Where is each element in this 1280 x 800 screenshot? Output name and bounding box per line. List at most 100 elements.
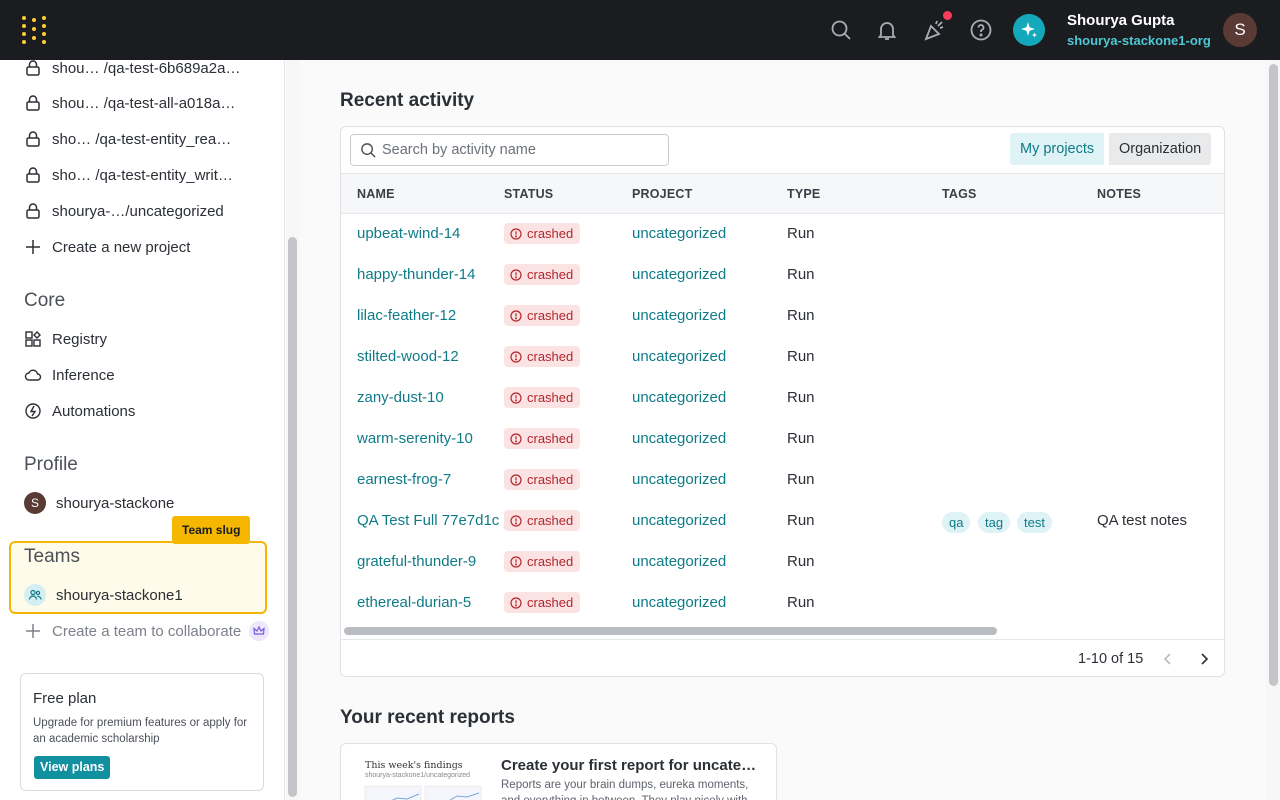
project-link[interactable]: uncategorized (632, 512, 726, 529)
type-cell: Run (787, 225, 815, 242)
project-link[interactable]: uncategorized (632, 389, 726, 406)
search-icon (361, 143, 376, 158)
type-cell: Run (787, 553, 815, 570)
team-item[interactable]: shourya-stackone1 (24, 583, 183, 607)
create-team-button[interactable]: Create a team to collaborate (24, 619, 270, 643)
project-link[interactable]: uncategorized (632, 348, 726, 365)
run-name-link[interactable]: happy-thunder-14 (357, 266, 475, 283)
registry-icon (24, 330, 42, 348)
tab-organization[interactable]: Organization (1109, 133, 1212, 165)
type-cell: Run (787, 389, 815, 406)
main-scroll-thumb[interactable] (1269, 64, 1278, 686)
lock-icon (24, 130, 42, 148)
thumbnail-chart-decoration (364, 785, 482, 800)
status-text: crashed (527, 390, 574, 405)
project-link[interactable]: uncategorized (632, 430, 726, 447)
column-header-status[interactable]: STATUS (504, 187, 553, 201)
run-name-link[interactable]: zany-dust-10 (357, 389, 444, 406)
column-header-name[interactable]: NAME (357, 187, 395, 201)
column-header-project[interactable]: PROJECT (632, 187, 692, 201)
project-link[interactable]: uncategorized (632, 553, 726, 570)
sidebar-project-item[interactable]: shou… /qa-test-all-a018a… (24, 91, 235, 115)
tag-chip[interactable]: test (1017, 512, 1052, 533)
sidebar-item-inference[interactable]: Inference (24, 363, 115, 387)
lock-icon (24, 94, 42, 112)
run-name-link[interactable]: lilac-feather-12 (357, 307, 456, 324)
plan-description: Upgrade for premium features or apply fo… (33, 717, 248, 745)
tab-my-projects[interactable]: My projects (1010, 133, 1105, 165)
project-label: sho… /qa-test-entity_writ… (52, 166, 233, 184)
next-page-icon[interactable] (1195, 650, 1213, 668)
type-cell: Run (787, 348, 815, 365)
tag-chip[interactable]: qa (942, 512, 971, 533)
avatar: S (24, 492, 46, 514)
sidebar-project-item[interactable]: shourya-…/uncategorized (24, 199, 224, 223)
search-icon[interactable] (829, 18, 853, 42)
report-description: Reports are your brain dumps, eureka mom… (501, 779, 749, 800)
table-horizontal-scrollbar[interactable] (344, 627, 997, 635)
sidebar-item-automations[interactable]: Automations (24, 399, 135, 423)
project-link[interactable]: uncategorized (632, 471, 726, 488)
profile-item[interactable]: S shourya-stackone (24, 491, 174, 515)
status-badge: crashed (504, 469, 581, 490)
notes-cell: QA test notes (1097, 512, 1188, 529)
search-box[interactable] (350, 134, 669, 166)
sidebar-project-item[interactable]: shou… /qa-test-6b689a2a… (24, 56, 240, 80)
tag-chip[interactable]: tag (978, 512, 1011, 533)
create-team-label: Create a team to collaborate (52, 622, 242, 640)
team-name: shourya-stackone1 (56, 586, 183, 604)
alert-circle-icon (510, 514, 522, 527)
type-cell: Run (787, 594, 815, 611)
sidebar-scroll-thumb[interactable] (288, 237, 297, 797)
user-name[interactable]: Shourya Gupta (1067, 12, 1175, 29)
status-badge: crashed (504, 592, 581, 613)
pagination-bar: 1-10 of 15 (341, 639, 1224, 676)
team-slug-tooltip: Team slug (172, 516, 251, 544)
table-row: warm-serenity-10 crashed uncategorized R… (341, 419, 1224, 460)
column-header-tags[interactable]: TAGS (942, 187, 977, 201)
prev-page-icon[interactable] (1159, 650, 1177, 668)
type-cell: Run (787, 471, 815, 488)
sidebar-project-item[interactable]: sho… /qa-test-entity_writ… (24, 163, 233, 187)
automation-icon (24, 402, 42, 420)
run-name-link[interactable]: ethereal-durian-5 (357, 594, 471, 611)
project-label: shou… /qa-test-all-a018a… (52, 94, 236, 112)
wandb-logo[interactable] (20, 16, 48, 44)
help-icon[interactable] (969, 18, 993, 42)
pagination-count: 1-10 of 15 (1078, 651, 1144, 667)
project-link[interactable]: uncategorized (632, 266, 726, 283)
plus-icon (24, 622, 42, 640)
sidebar-project-item[interactable]: sho… /qa-test-entity_rea… (24, 127, 231, 151)
bell-icon[interactable] (875, 18, 899, 42)
run-name-link[interactable]: upbeat-wind-14 (357, 225, 460, 242)
run-name-link[interactable]: QA Test Full 77e7d1c (357, 512, 499, 529)
sidebar-item-label: Automations (52, 402, 136, 420)
project-link[interactable]: uncategorized (632, 225, 726, 242)
run-name-link[interactable]: grateful-thunder-9 (357, 553, 476, 570)
sparkle-icon[interactable] (1013, 14, 1045, 46)
create-report-card[interactable]: This week's findings shourya-stackone1/u… (340, 743, 777, 800)
status-badge: crashed (504, 510, 581, 531)
create-project-label: Create a new project (52, 238, 191, 256)
run-name-link[interactable]: earnest-frog-7 (357, 471, 451, 488)
search-input[interactable] (382, 136, 662, 164)
project-link[interactable]: uncategorized (632, 594, 726, 611)
user-org[interactable]: shourya-stackone1-org (1067, 33, 1211, 48)
column-header-notes[interactable]: NOTES (1097, 187, 1141, 201)
project-link[interactable]: uncategorized (632, 307, 726, 324)
alert-circle-icon (510, 391, 522, 404)
create-project-button[interactable]: Create a new project (24, 235, 190, 259)
status-text: crashed (527, 513, 574, 528)
status-text: crashed (527, 472, 574, 487)
column-header-type[interactable]: TYPE (787, 187, 820, 201)
party-popper-icon[interactable] (922, 18, 946, 42)
activity-card: My projects Organization NAME STATUS PRO… (340, 126, 1225, 677)
alert-circle-icon (510, 268, 522, 281)
run-name-link[interactable]: warm-serenity-10 (357, 430, 473, 447)
view-plans-button[interactable]: View plans (34, 756, 111, 779)
table-header: NAME STATUS PROJECT TYPE TAGS NOTES (341, 173, 1224, 214)
user-avatar[interactable]: S (1223, 13, 1257, 47)
sidebar-item-registry[interactable]: Registry (24, 327, 107, 351)
recent-reports-title: Your recent reports (340, 707, 515, 728)
run-name-link[interactable]: stilted-wood-12 (357, 348, 459, 365)
